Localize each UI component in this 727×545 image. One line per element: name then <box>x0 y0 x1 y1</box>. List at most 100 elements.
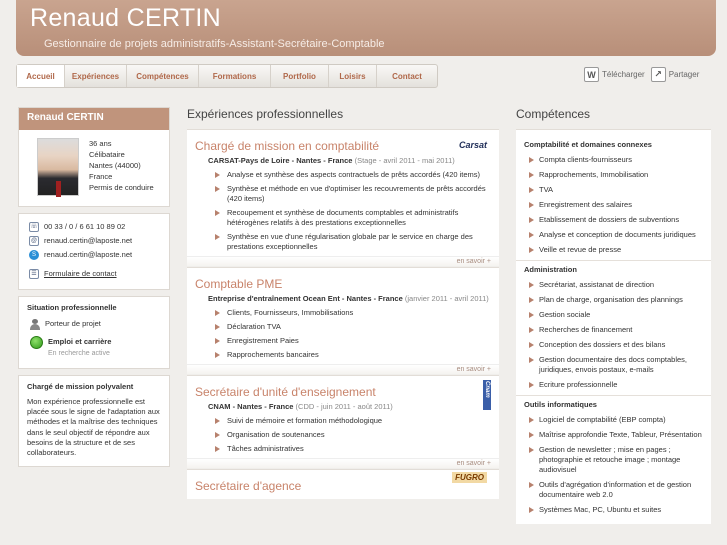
list-item: Plan de charge, organisation des plannin… <box>527 295 707 305</box>
nav-contact[interactable]: Contact <box>377 65 437 87</box>
nav-portfolio[interactable]: Portfolio <box>271 65 329 87</box>
list-item: Outils d'agrégation d'information et de … <box>527 480 707 500</box>
experience-period: (CDD - juin 2011 - août 2011) <box>295 402 393 411</box>
competences-panel: Comptabilité et domaines connexes Compta… <box>516 129 711 524</box>
list-item: Recoupement et synthèse de documents com… <box>213 208 491 228</box>
divider <box>516 260 711 261</box>
list-item: Analyse et synthèse des aspects contract… <box>213 170 491 180</box>
nav-formations[interactable]: Formations <box>199 65 271 87</box>
experience-item: Chargé de mission en comptabilité Carsat… <box>187 129 499 266</box>
experience-item: Comptable PME Entreprise d'entraînement … <box>187 267 499 374</box>
profile-country: France <box>89 172 113 181</box>
word-document-icon: W <box>584 67 599 82</box>
list-item: Logiciel de comptabilité (EBP compta) <box>527 415 707 425</box>
profile-status: Célibataire <box>89 150 125 159</box>
experience-title[interactable]: Secrétaire d'agence <box>195 479 491 493</box>
situation-card: Situation professionnelle Porteur de pro… <box>18 296 170 369</box>
list-item: Systèmes Mac, PC, Ubuntu et suites <box>527 505 707 515</box>
header-banner: Renaud CERTIN Gestionnaire de projets ad… <box>16 0 716 56</box>
list-item: Suivi de mémoire et formation méthodolog… <box>213 416 491 426</box>
divider <box>516 395 711 396</box>
list-item: Analyse et conception de documents jurid… <box>527 230 707 240</box>
list-item: Ecriture professionnelle <box>527 380 707 390</box>
top-actions: W Télécharger ↗ Partager <box>584 67 699 82</box>
experience-org: CARSAT-Pays de Loire - Nantes - France <box>208 156 353 165</box>
list-item: Enregistrement des salaires <box>527 200 707 210</box>
contact-card: ☏ 00 33 / 0 / 6 61 10 89 02 @ renaud.certi… <box>18 213 170 290</box>
skype-icon: S <box>29 250 39 260</box>
list-item: Synthèse et méthode en vue d'optimiser l… <box>213 184 491 204</box>
competences-column: Compétences Comptabilité et domaines con… <box>516 107 711 524</box>
person-icon <box>30 318 40 330</box>
situation-role: Porteur de projet <box>45 319 101 328</box>
experience-org: CNAM - Nantes - France <box>208 402 294 411</box>
summary-title: Chargé de mission polyvalent <box>27 382 134 391</box>
site-title: Renaud CERTIN <box>30 4 222 32</box>
experience-period: (janvier 2011 - avril 2011) <box>404 294 489 303</box>
list-item: Secrétariat, assistanat de direction <box>527 280 707 290</box>
competences-title: Compétences <box>516 107 591 121</box>
more-link[interactable]: en savoir + <box>187 364 499 374</box>
sidebar: Renaud CERTIN 36 ans Célibataire Nantes … <box>18 107 170 473</box>
experience-title[interactable]: Chargé de mission en comptabilité <box>195 139 491 153</box>
skype-address[interactable]: renaud.certin@laposte.net <box>44 248 132 262</box>
list-item: Maîtrise approfondie Texte, Tableur, Pré… <box>527 430 707 440</box>
experience-org: Entreprise d'entraînement Ocean Ent - Na… <box>208 294 403 303</box>
list-item: Enregistrement Paies <box>213 336 491 346</box>
list-item: Recherches de financement <box>527 325 707 335</box>
list-item: Tâches administratives <box>213 444 491 454</box>
cnam-logo: Cnam <box>483 380 491 410</box>
profile-card: Renaud CERTIN 36 ans Célibataire Nantes … <box>18 107 170 207</box>
nav-competences[interactable]: Compétences <box>127 65 199 87</box>
profile-license: Permis de conduire <box>89 183 154 192</box>
share-button[interactable]: ↗ Partager <box>650 67 700 82</box>
list-item: Conception des dossiers et des bilans <box>527 340 707 350</box>
experience-title[interactable]: Secrétaire d'unité d'enseignement <box>195 385 491 399</box>
profile-title: Renaud CERTIN <box>19 108 169 130</box>
nav-accueil[interactable]: Accueil <box>17 65 65 87</box>
experience-period: (Stage - avril 2011 - mai 2011) <box>354 156 455 165</box>
email-address[interactable]: renaud.certin@laposte.net <box>44 234 132 248</box>
form-icon: ☰ <box>29 269 39 279</box>
contact-form-link[interactable]: Formulaire de contact <box>44 267 117 281</box>
experience-item: Secrétaire d'unité d'enseignement Cnam C… <box>187 375 499 468</box>
more-link[interactable]: en savoir + <box>187 458 499 468</box>
competence-heading: Administration <box>524 265 577 274</box>
summary-card: Chargé de mission polyvalent Mon expérie… <box>18 375 170 468</box>
main-nav: Accueil Expériences Compétences Formatio… <box>16 64 438 88</box>
experience-item: Secrétaire d'agence FUGRO <box>187 469 499 499</box>
more-link[interactable]: en savoir + <box>187 256 499 266</box>
list-item: Clients, Fournisseurs, Immobilisations <box>213 308 491 318</box>
summary-text: Mon expérience professionnelle est placé… <box>27 397 160 458</box>
list-item: Synthèse en vue d'une régularisation glo… <box>213 232 491 252</box>
situation-title: Situation professionnelle <box>27 303 117 312</box>
nav-experiences[interactable]: Expériences <box>65 65 127 87</box>
list-item: Veille et revue de presse <box>527 245 707 255</box>
share-label: Partager <box>668 70 700 79</box>
profile-info: 36 ans Célibataire Nantes (44000) France… <box>89 138 154 196</box>
phone-number: 00 33 / 0 / 6 61 10 89 02 <box>44 222 126 231</box>
competence-heading: Outils informatiques <box>524 400 597 409</box>
list-item: Organisation de soutenances <box>213 430 491 440</box>
experiences-title: Expériences professionnelles <box>187 107 344 121</box>
experiences-column: Expériences professionnelles Chargé de m… <box>187 107 499 500</box>
status-title: Emploi et carrière <box>48 337 112 346</box>
list-item: Etablissement de dossiers de subventions <box>527 215 707 225</box>
phone-icon: ☏ <box>29 222 39 232</box>
list-item: TVA <box>527 185 707 195</box>
download-label: Télécharger <box>602 70 645 79</box>
list-item: Compta clients-fournisseurs <box>527 155 707 165</box>
carsat-logo: Carsat <box>458 140 487 150</box>
site-subtitle: Gestionnaire de projets administratifs-A… <box>44 38 385 50</box>
profile-photo <box>37 138 79 197</box>
experience-title[interactable]: Comptable PME <box>195 277 491 291</box>
email-icon: @ <box>29 236 39 246</box>
profile-age: 36 ans <box>89 139 112 148</box>
nav-loisirs[interactable]: Loisirs <box>329 65 377 87</box>
fugro-logo: FUGRO <box>452 472 487 483</box>
list-item: Gestion documentaire des docs comptables… <box>527 355 707 375</box>
share-icon: ↗ <box>650 67 666 82</box>
status-icon <box>30 336 43 349</box>
list-item: Rapprochements, Immobilisation <box>527 170 707 180</box>
download-button[interactable]: W Télécharger <box>584 67 645 82</box>
